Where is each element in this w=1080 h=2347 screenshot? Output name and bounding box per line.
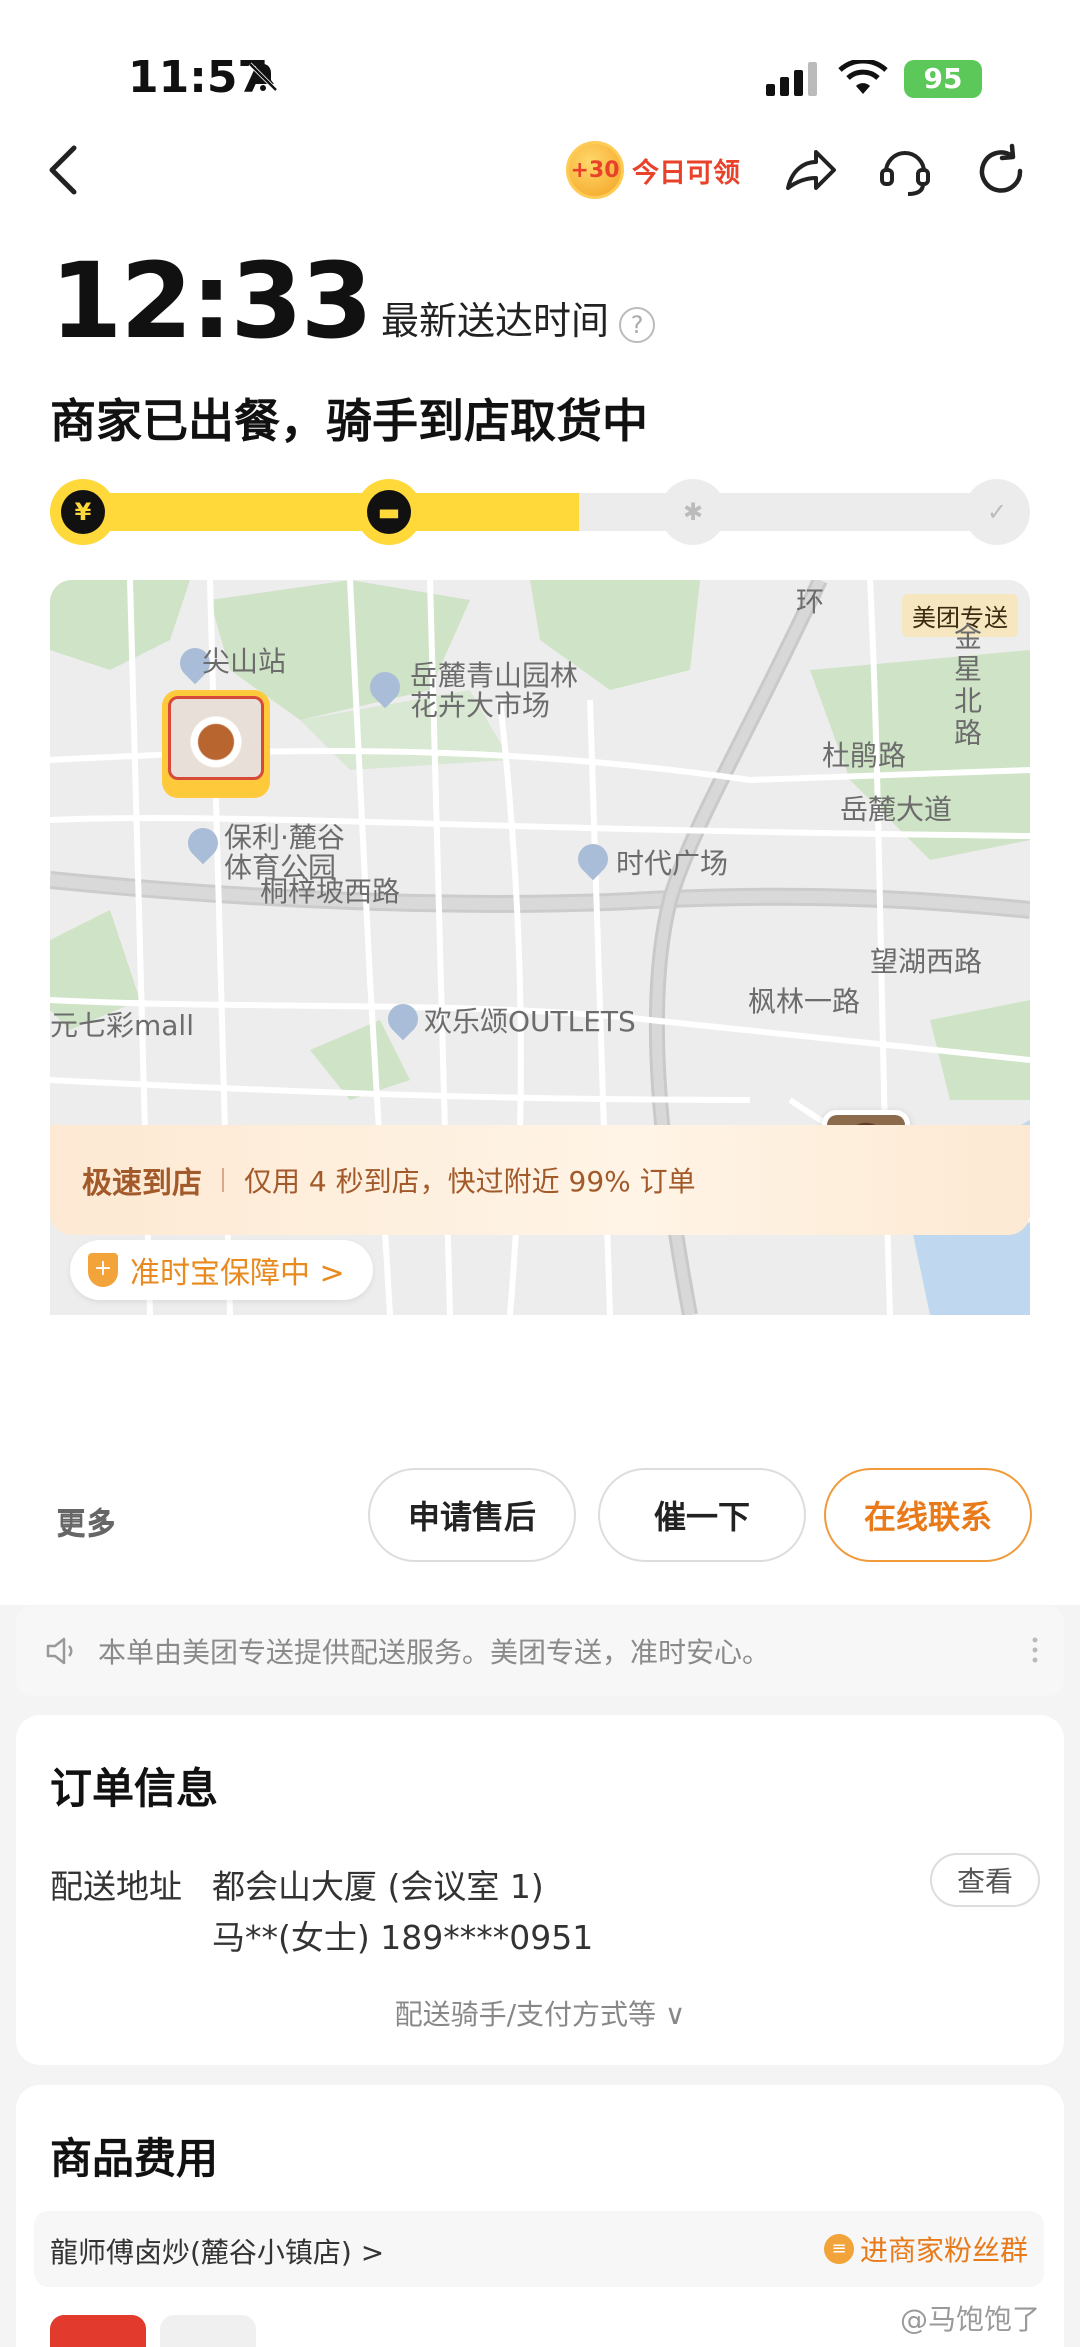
merchant-marker[interactable] bbox=[162, 690, 270, 798]
map-label-huanle: 欢乐颂OUTLETS bbox=[424, 1005, 636, 1038]
battery-indicator: 95 bbox=[904, 60, 982, 98]
eta-label: 最新送达时间 bbox=[381, 299, 610, 343]
notice-text: 本单由美团专送提供配送服务。美团专送，准时安心。 bbox=[98, 1636, 771, 1669]
map-label-tongzipo: 桐梓坡西路 bbox=[260, 875, 401, 908]
store-icon: ▬ bbox=[367, 490, 411, 534]
check-icon: ✓ bbox=[975, 490, 1019, 534]
shop-name[interactable]: 龍师傅卤炒(麓谷小镇店) > bbox=[50, 2231, 384, 2271]
shop-logo bbox=[50, 2315, 146, 2347]
map-label-wanghu: 望湖西路 bbox=[870, 945, 983, 978]
delivery-address: 都会山大厦 (会议室 1) bbox=[212, 1867, 544, 1906]
eta-row: 12:33 最新送达时间 ? bbox=[50, 240, 656, 362]
urge-button[interactable]: 催一下 bbox=[598, 1468, 806, 1562]
paid-icon: ¥ bbox=[61, 490, 105, 534]
refresh-icon[interactable] bbox=[972, 142, 1030, 200]
action-buttons: 更多 申请售后 催一下 在线联系 bbox=[0, 1468, 1080, 1568]
recipient-contact: 马**(女士) 189****0951 bbox=[212, 1918, 594, 1957]
status-bar: 11:57 95 bbox=[0, 0, 1080, 150]
order-status-card: 12:33 最新送达时间 ? 商家已出餐，骑手到店取货中 ¥ ▬ ✱ ✓ 美团专… bbox=[0, 245, 1080, 1605]
chat-icon: ≡ bbox=[823, 2234, 854, 2264]
speed-banner: 极速到店 仅用 4 秒到店，快过附近 99% 订单 bbox=[50, 1125, 1030, 1235]
goods-title: 商品费用 bbox=[50, 2134, 219, 2183]
order-info-title: 订单信息 bbox=[50, 1764, 219, 1813]
shop-row[interactable]: 龍师傅卤炒(麓谷小镇店) > ≡ 进商家粉丝群 bbox=[34, 2211, 1044, 2287]
map-label-shidai: 时代广场 bbox=[616, 847, 729, 880]
step-merchant: ▬ bbox=[356, 479, 422, 545]
expand-details-button[interactable]: 配送骑手/支付方式等 ∨ bbox=[16, 1993, 1064, 2033]
mute-bell-icon bbox=[248, 62, 278, 92]
signal-icon bbox=[766, 62, 817, 96]
map-label-yuelu-2: 花卉大市场 bbox=[410, 689, 551, 722]
coin-icon: +30 bbox=[566, 141, 624, 199]
view-address-button[interactable]: 查看 bbox=[930, 1853, 1040, 1907]
shield-icon: + bbox=[88, 1253, 118, 1287]
after-sale-button[interactable]: 申请售后 bbox=[368, 1468, 576, 1562]
map-label-jinxing: 金星北路 bbox=[950, 622, 983, 750]
eta-time: 12:33 bbox=[50, 240, 373, 362]
join-fan-group-button[interactable]: ≡ 进商家粉丝群 bbox=[823, 2229, 1028, 2269]
fan-group-label: 进商家粉丝群 bbox=[859, 2234, 1028, 2267]
delivery-notice: 本单由美团专送提供配送服务。美团专送，准时安心。 bbox=[16, 1606, 1064, 1696]
watermark: @马饱饱了 bbox=[900, 2303, 1041, 2336]
back-arrow-icon[interactable] bbox=[44, 140, 84, 200]
map-label-yuelu-avenue: 岳麓大道 bbox=[840, 793, 953, 826]
order-info-card: 订单信息 配送地址 都会山大厦 (会议室 1) 马**(女士) 189****0… bbox=[16, 1715, 1064, 2065]
step-rider: ✱ bbox=[660, 479, 726, 545]
step-delivered: ✓ bbox=[964, 479, 1030, 545]
speed-title: 极速到店 bbox=[82, 1166, 202, 1201]
customer-service-icon[interactable] bbox=[876, 142, 934, 200]
delivery-progress: ¥ ▬ ✱ ✓ bbox=[50, 479, 1030, 545]
nav-header: +30 今日可领 bbox=[0, 130, 1080, 250]
wifi-icon bbox=[838, 60, 888, 94]
daily-reward-button[interactable]: +30 今日可领 bbox=[566, 140, 740, 200]
on-time-guarantee-button[interactable]: + 准时宝保障中 > bbox=[70, 1240, 373, 1300]
divider bbox=[222, 1168, 224, 1192]
speaker-icon bbox=[46, 1637, 73, 1665]
map-label-dujuan: 杜鹃路 bbox=[822, 739, 907, 772]
more-button[interactable]: 更多 bbox=[56, 1498, 116, 1542]
help-icon[interactable]: ? bbox=[619, 307, 656, 343]
step-paid: ¥ bbox=[50, 479, 116, 545]
daily-reward-label: 今日可领 bbox=[632, 157, 740, 189]
map-label-fenglin: 枫林一路 bbox=[748, 985, 861, 1018]
map-label-jianshan: 尖山站 bbox=[202, 645, 287, 678]
address-label: 配送地址 bbox=[50, 1867, 182, 1906]
map-label-qicai: 元七彩mall bbox=[50, 1009, 194, 1042]
order-status-title: 商家已出餐，骑手到店取货中 bbox=[50, 394, 648, 448]
scooter-icon: ✱ bbox=[671, 490, 715, 534]
map-label-huan: 环 bbox=[796, 585, 825, 618]
progress-fill bbox=[50, 493, 579, 531]
speed-description: 仅用 4 秒到店，快过附近 99% 订单 bbox=[244, 1165, 696, 1198]
dish-thumbnail bbox=[168, 696, 264, 780]
share-icon[interactable] bbox=[782, 142, 840, 200]
contact-online-button[interactable]: 在线联系 bbox=[824, 1468, 1032, 1562]
guarantee-label: 准时宝保障中 > bbox=[130, 1256, 345, 1291]
product-thumbnail bbox=[160, 2315, 256, 2347]
more-dots-icon[interactable] bbox=[1032, 1636, 1038, 1664]
